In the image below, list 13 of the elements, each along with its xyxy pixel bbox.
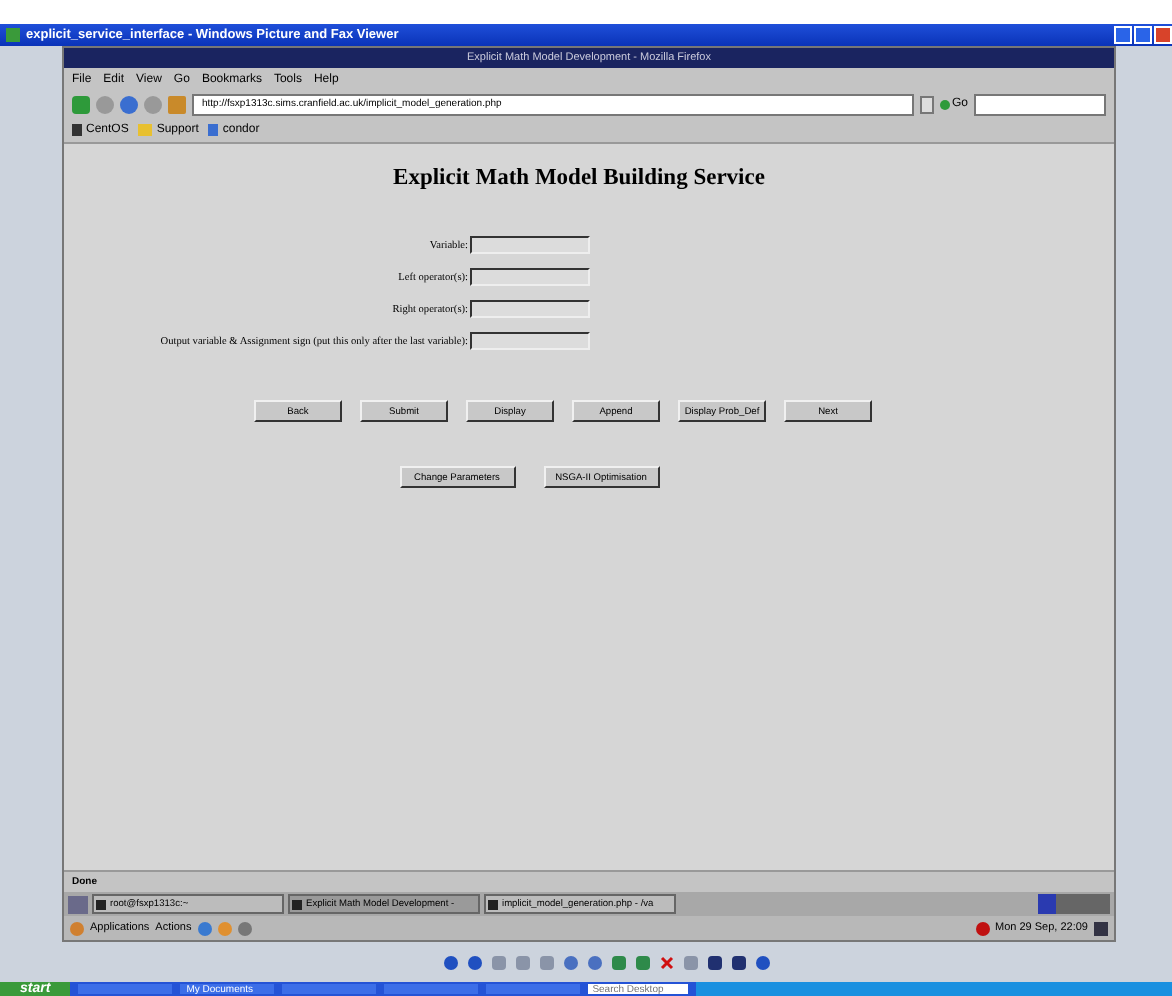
search-field[interactable] bbox=[974, 93, 1106, 115]
input-field[interactable] bbox=[470, 300, 590, 318]
dropdown-icon[interactable] bbox=[919, 95, 934, 113]
input-field[interactable] bbox=[470, 332, 590, 350]
show-desktop-icon[interactable] bbox=[68, 895, 88, 913]
input-field[interactable] bbox=[470, 268, 590, 286]
close-button[interactable] bbox=[1154, 26, 1172, 44]
page-heading: Explicit Math Model Building Service bbox=[393, 166, 765, 190]
delete-icon[interactable] bbox=[659, 955, 673, 969]
restore-button[interactable] bbox=[1134, 26, 1152, 44]
minimize-button[interactable] bbox=[1114, 26, 1132, 44]
input-field[interactable] bbox=[470, 236, 590, 254]
workspace-switcher[interactable] bbox=[1038, 894, 1110, 914]
